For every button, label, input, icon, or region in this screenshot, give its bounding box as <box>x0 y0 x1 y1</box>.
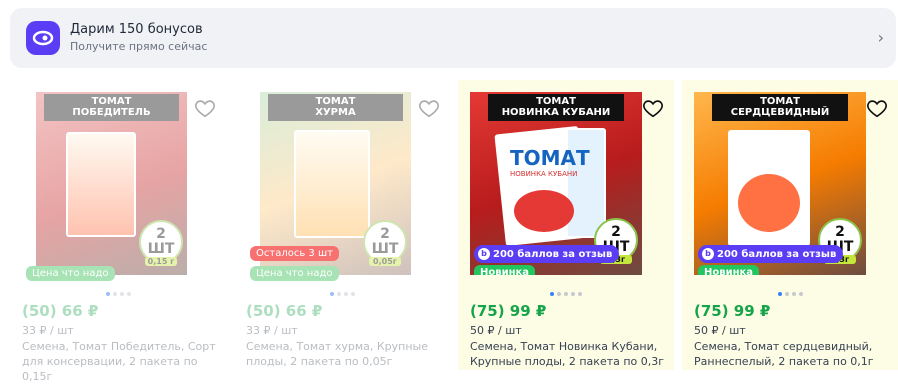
product-description[interactable]: Семена, Томат Новинка Кубани, Крупные пл… <box>470 339 670 369</box>
image-title-plate: ТОМАТ ХУРМА <box>268 94 403 121</box>
review-bonus-tag: b 200 баллов за отзыв <box>474 245 620 263</box>
product-description[interactable]: Семена, Томат сердцевидный, Раннеспелый,… <box>694 339 894 369</box>
packet-label: ТОМАТ <box>510 146 590 170</box>
image-title-plate: ТОМАТ ПОБЕДИТЕЛЬ <box>44 94 179 121</box>
unit-price: 50 ₽ / шт <box>470 324 522 337</box>
pcs-badge: 2 ШТПО0,15 г <box>139 220 183 266</box>
product-description[interactable]: Семена, Томат хурма, Крупные плоды, 2 па… <box>246 339 446 369</box>
tomato-image <box>738 174 800 232</box>
product-price: (75) 99 ₽ <box>470 302 547 320</box>
chevron-right-icon[interactable]: › <box>878 28 884 47</box>
product-image[interactable]: ТОМАТПОБЕДИТЕЛЬ 2 ШТПО0,15 г <box>36 92 187 275</box>
new-tag: Новинка <box>474 265 536 275</box>
banner-title: Дарим 150 бонусов <box>70 22 203 37</box>
product-card[interactable]: ТОМАТХУРМА 2 ШТПО0,05г Осталось 3 шт Цен… <box>234 80 450 370</box>
banner-subtitle: Получите прямо сейчас <box>70 40 208 53</box>
good-price-tag: Цена что надо <box>26 266 115 281</box>
product-image[interactable]: ТОМАТ НОВИНКА КУБАНИ ТОМАТ НОВИНКА КУБАНИ… <box>470 92 642 275</box>
favorite-heart-icon[interactable] <box>194 97 216 119</box>
product-description[interactable]: Семена, Томат Победитель, Сорт для консе… <box>22 339 222 384</box>
image-carousel-dots <box>682 292 898 296</box>
bonus-logo-icon <box>26 21 60 55</box>
image-carousel-dots <box>458 292 674 296</box>
stock-left-tag: Осталось 3 шт <box>250 246 339 261</box>
product-card[interactable]: ТОМАТСЕРДЦЕВИДНЫЙ 2 ШТПО0,3г b200 баллов… <box>682 80 898 370</box>
product-image[interactable]: ТОМАТСЕРДЦЕВИДНЫЙ 2 ШТПО0,3г b200 баллов… <box>694 92 866 275</box>
image-title-plate: ТОМАТ НОВИНКА КУБАНИ <box>488 94 624 121</box>
unit-price: 33 ₽ / шт <box>246 324 298 337</box>
product-price: (75) 99 ₽ <box>694 302 771 320</box>
favorite-heart-icon[interactable] <box>642 97 664 119</box>
favorite-heart-icon[interactable] <box>418 97 440 119</box>
pcs-badge: 2 ШТПО0,05г <box>363 220 407 266</box>
unit-price: 50 ₽ / шт <box>694 324 746 337</box>
image-carousel-dots <box>10 292 226 296</box>
product-card[interactable]: ТОМАТПОБЕДИТЕЛЬ 2 ШТПО0,15 г Цена что на… <box>10 80 226 383</box>
product-price: (50) 66 ₽ <box>246 302 323 320</box>
new-tag: Новинка <box>698 265 760 275</box>
promo-banner[interactable]: Дарим 150 бонусов Получите прямо сейчас … <box>10 8 896 68</box>
image-title-plate: ТОМАТ СЕРДЦЕВИДНЫЙ <box>712 94 848 121</box>
product-price: (50) 66 ₽ <box>22 302 99 320</box>
image-carousel-dots <box>234 292 450 296</box>
review-bonus-tag: b 200 баллов за отзыв <box>698 245 844 263</box>
favorite-heart-icon[interactable] <box>866 97 888 119</box>
unit-price: 33 ₽ / шт <box>22 324 74 337</box>
product-card[interactable]: ТОМАТ НОВИНКА КУБАНИ ТОМАТ НОВИНКА КУБАНИ… <box>458 80 674 370</box>
good-price-tag: Цена что надо <box>250 266 339 281</box>
packet-sublabel: НОВИНКА КУБАНИ <box>510 170 578 178</box>
tomato-image <box>514 190 574 232</box>
